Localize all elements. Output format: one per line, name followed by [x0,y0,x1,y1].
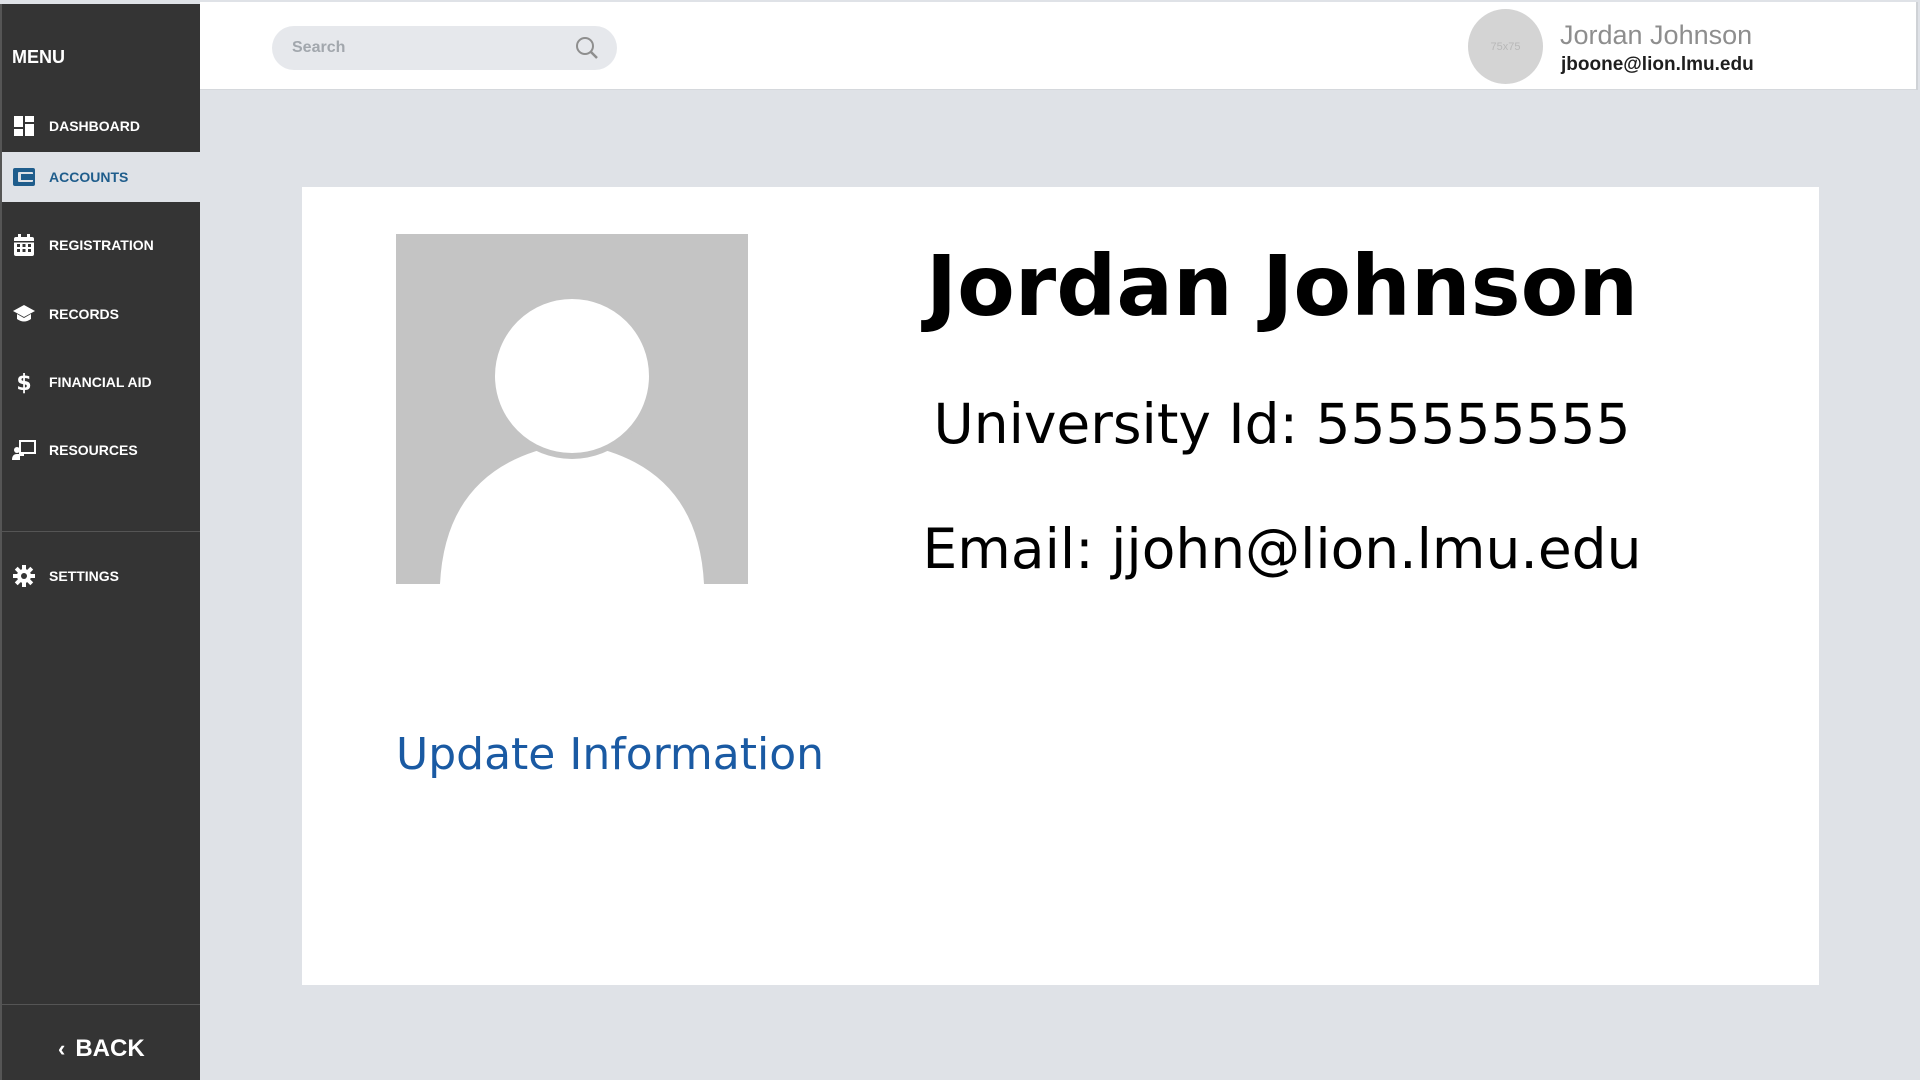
person-silhouette-icon [396,234,748,584]
back-area: ‹ BACK [2,1004,200,1080]
dashboard-icon [12,114,36,138]
sidebar-item-label: DASHBOARD [49,118,140,134]
sidebar-item-records[interactable]: RECORDS [2,289,200,339]
dollar-icon: $ [12,370,36,394]
sidebar-item-financial-aid[interactable]: $ FINANCIAL AID [2,357,200,407]
sidebar-item-label: FINANCIAL AID [49,374,152,390]
search-icon[interactable] [575,36,599,60]
menu-title: MENU [12,47,65,67]
sidebar-item-dashboard[interactable]: DASHBOARD [2,101,200,151]
sidebar-item-label: REGISTRATION [49,237,154,253]
gear-icon [12,564,36,588]
profile-card: Jordan Johnson University Id: 555555555 … [302,187,1819,985]
header-user-email: jboone@lion.lmu.edu [1561,54,1754,75]
teacher-board-icon [12,438,36,462]
calendar-icon [12,233,36,257]
back-label: BACK [75,1035,145,1062]
graduation-cap-icon [12,302,36,326]
header-user-name: Jordan Johnson [1560,20,1753,50]
window-edge [1916,2,1918,90]
profile-photo-placeholder [396,234,748,584]
sidebar-item-label: RESOURCES [49,442,138,458]
back-button[interactable]: ‹ BACK [58,1035,145,1063]
sidebar-item-resources[interactable]: RESOURCES [2,425,200,475]
sidebar-item-label: SETTINGS [49,568,120,584]
svg-text:$: $ [16,371,31,394]
sidebar-item-accounts[interactable]: ACCOUNTS [2,152,200,202]
sidebar: MENU DASHBOARD ACCOUNTS REGISTRATION REC… [0,4,200,1080]
profile-name: Jordan Johnson [925,237,1639,335]
chevron-left-icon: ‹ [58,1036,66,1061]
profile-email: Email: jjohn@lion.lmu.edu [922,517,1642,581]
search-box [272,26,617,70]
sidebar-item-label: ACCOUNTS [49,169,129,185]
avatar[interactable]: 75x75 [1468,9,1543,84]
update-information-link[interactable]: Update Information [396,729,824,780]
sidebar-item-settings[interactable]: SETTINGS [2,551,200,601]
sidebar-item-registration[interactable]: REGISTRATION [2,220,200,270]
top-bar: 75x75 Jordan Johnson jboone@lion.lmu.edu [200,2,1916,90]
search-input[interactable] [292,39,562,57]
avatar-placeholder-text: 75x75 [1490,40,1521,53]
sidebar-divider [2,531,200,532]
sidebar-item-label: RECORDS [49,306,120,322]
university-id: University Id: 555555555 [933,392,1631,456]
wallet-icon [12,165,36,189]
